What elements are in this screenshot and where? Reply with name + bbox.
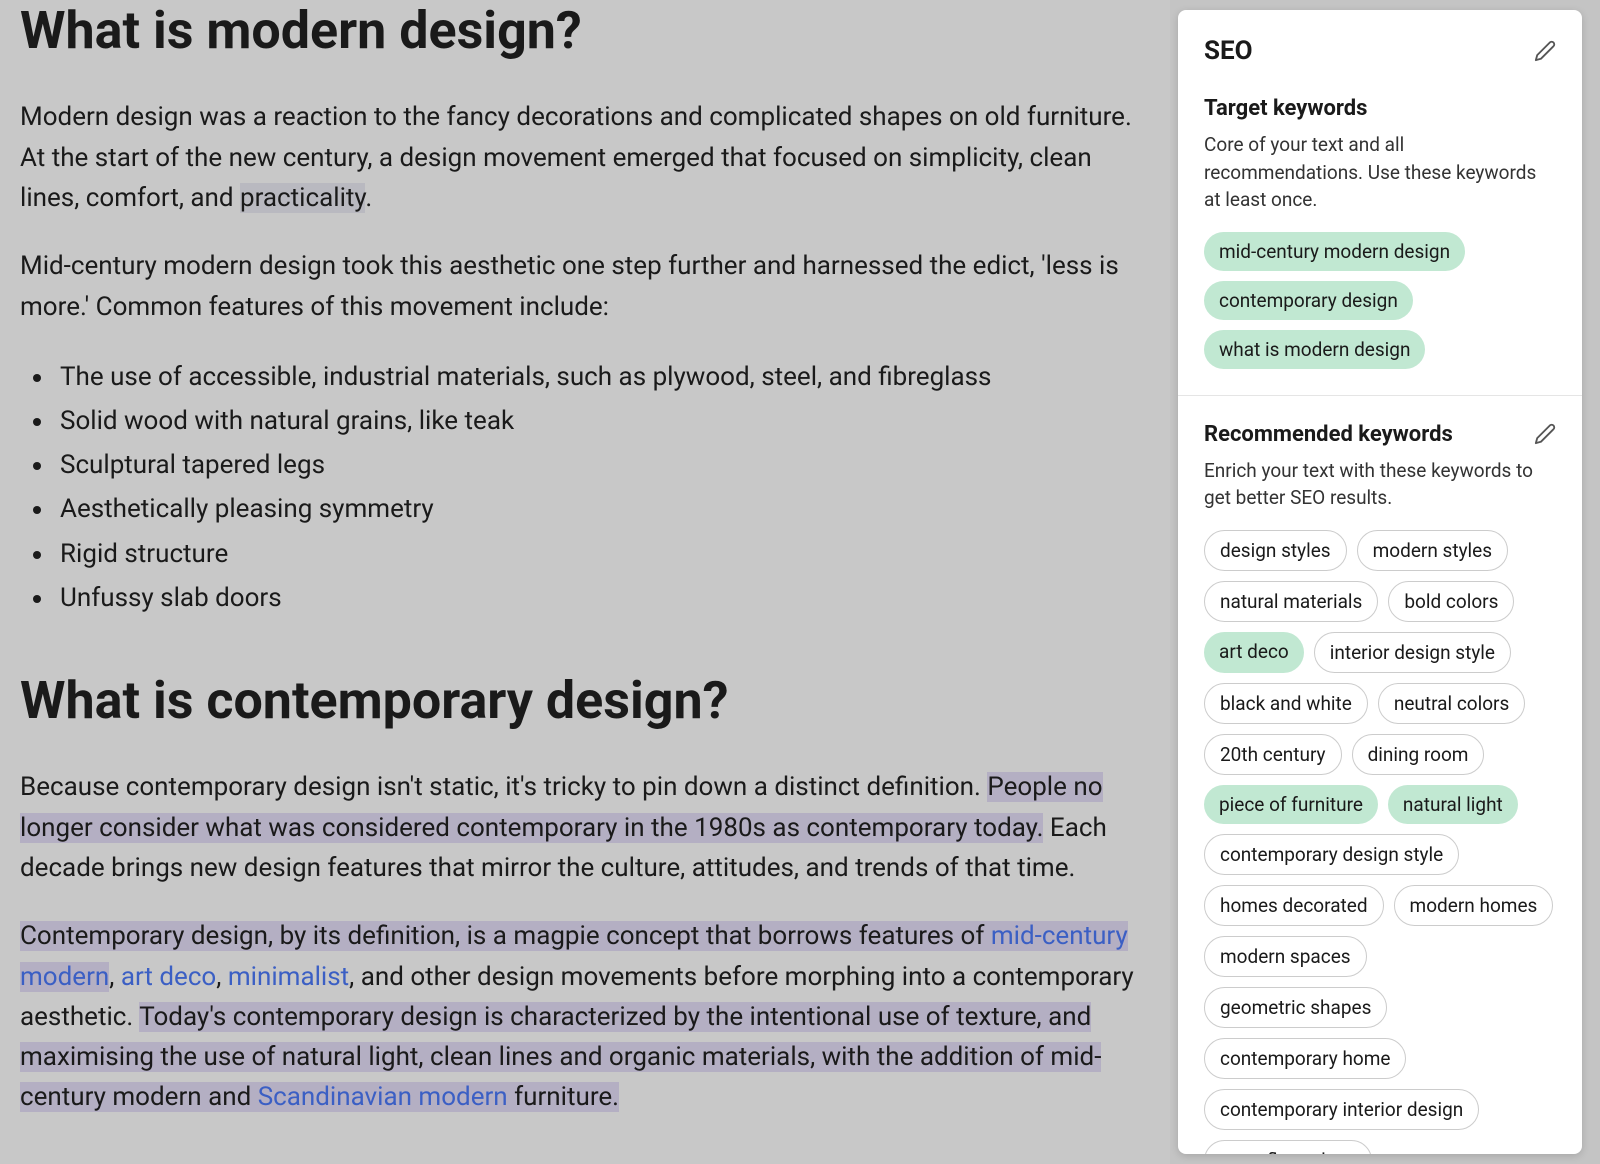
seo-header: SEO (1204, 36, 1556, 66)
text-segment: Contemporary design, by its definition, … (20, 921, 991, 951)
keyword-tag[interactable]: homes decorated (1204, 885, 1384, 926)
sidebar-wrapper: SEO Target keywords Core of your text an… (1170, 0, 1600, 1164)
text-segment: , (216, 962, 228, 992)
keyword-tag[interactable]: 20th century (1204, 734, 1342, 775)
keyword-tag[interactable]: natural materials (1204, 581, 1378, 622)
seo-title: SEO (1204, 36, 1253, 66)
list-item[interactable]: Rigid structure (55, 532, 1150, 576)
paragraph-contemporary-def[interactable]: Because contemporary design isn't static… (20, 767, 1150, 888)
list-item[interactable]: The use of accessible, industrial materi… (55, 355, 1150, 399)
target-keywords-tags: mid-century modern design contemporary d… (1204, 232, 1556, 369)
keyword-tag[interactable]: design styles (1204, 530, 1347, 571)
recommended-header-row: Recommended keywords (1204, 422, 1556, 447)
keyword-tag[interactable]: mid-century modern design (1204, 232, 1465, 271)
target-keywords-desc: Core of your text and all recommendation… (1204, 131, 1556, 214)
recommended-keywords-title: Recommended keywords (1204, 422, 1453, 447)
text-segment: . (365, 183, 372, 213)
recommended-keywords-tags: design stylesmodern styles natural materi… (1204, 530, 1556, 1154)
list-item[interactable]: Solid wood with natural grains, like tea… (55, 399, 1150, 443)
link-scandinavian-modern[interactable]: Scandinavian modern (258, 1082, 508, 1112)
highlighted-segment: Today's contemporary design is character… (20, 1002, 1101, 1113)
keyword-tag[interactable]: interior design style (1314, 632, 1511, 673)
keyword-tag[interactable]: what is modern design (1204, 330, 1425, 369)
keyword-tag[interactable]: art deco (1204, 632, 1304, 673)
article-content: What is modern design? Modern design was… (0, 0, 1170, 1164)
target-keywords-title: Target keywords (1204, 96, 1556, 121)
paragraph-contemporary-features[interactable]: Contemporary design, by its definition, … (20, 916, 1150, 1117)
keyword-tag[interactable]: black and white (1204, 683, 1368, 724)
features-list: The use of accessible, industrial materi… (55, 355, 1150, 620)
recommended-keywords-desc: Enrich your text with these keywords to … (1204, 457, 1556, 512)
edit-icon[interactable] (1534, 40, 1556, 62)
text-segment: Modern design was a reaction to the fanc… (20, 102, 1132, 213)
keyword-tag[interactable]: contemporary design style (1204, 834, 1459, 875)
heading-contemporary-design: What is contemporary design? (20, 670, 1150, 732)
keyword-tag[interactable]: contemporary design (1204, 281, 1413, 320)
keyword-tag[interactable]: natural light (1388, 785, 1518, 824)
keyword-tag[interactable]: modern styles (1357, 530, 1508, 571)
list-item[interactable]: Sculptural tapered legs (55, 443, 1150, 487)
list-item[interactable]: Unfussy slab doors (55, 576, 1150, 620)
keyword-tag[interactable]: modern homes (1394, 885, 1554, 926)
paragraph-midcentury[interactable]: Mid-century modern design took this aest… (20, 246, 1150, 327)
keyword-tag[interactable]: neutral colors (1378, 683, 1525, 724)
keyword-tag[interactable]: dining room (1352, 734, 1485, 775)
divider (1178, 395, 1582, 396)
heading-modern-design: What is modern design? (20, 0, 1150, 62)
highlighted-word: practicality (240, 183, 365, 213)
link-art-deco[interactable]: art deco (121, 962, 216, 992)
keyword-tag[interactable]: open floor plans (1204, 1140, 1372, 1154)
edit-icon[interactable] (1534, 423, 1556, 445)
link-minimalist[interactable]: minimalist (228, 962, 349, 992)
text-segment: furniture. (508, 1082, 619, 1112)
keyword-tag[interactable]: geometric shapes (1204, 987, 1387, 1028)
seo-panel: SEO Target keywords Core of your text an… (1178, 10, 1582, 1154)
text-segment: Because contemporary design isn't static… (20, 772, 987, 802)
paragraph-intro[interactable]: Modern design was a reaction to the fanc… (20, 97, 1150, 218)
keyword-tag[interactable]: modern spaces (1204, 936, 1367, 977)
text-segment: , (109, 962, 121, 992)
list-item[interactable]: Aesthetically pleasing symmetry (55, 487, 1150, 531)
keyword-tag[interactable]: bold colors (1388, 581, 1514, 622)
keyword-tag[interactable]: contemporary interior design (1204, 1089, 1479, 1130)
keyword-tag[interactable]: piece of furniture (1204, 785, 1378, 824)
keyword-tag[interactable]: contemporary home (1204, 1038, 1406, 1079)
